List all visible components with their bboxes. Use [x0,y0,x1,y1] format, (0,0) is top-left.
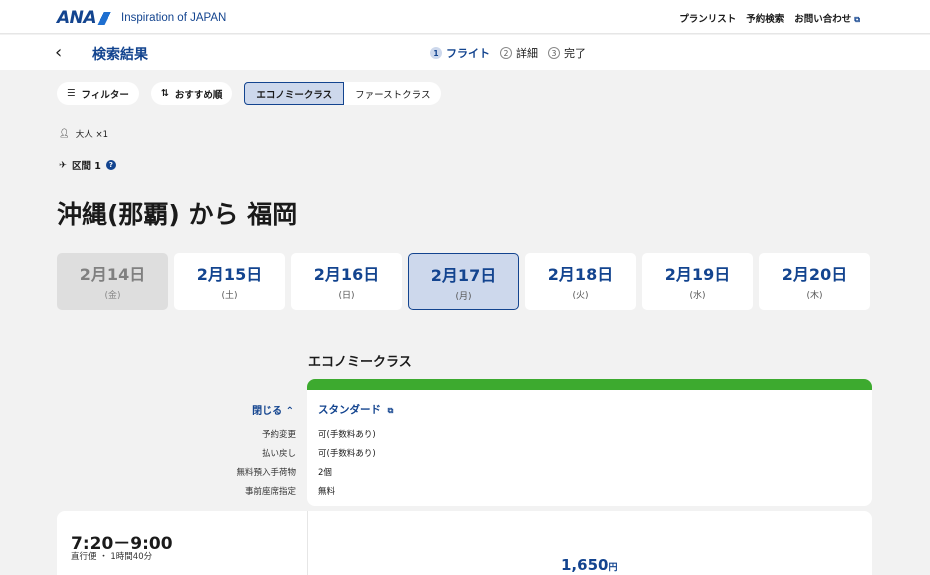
close-label: 閉じる [252,406,283,417]
step-number: 2 [500,47,512,59]
fare-price-button[interactable]: 1,650円 [561,556,617,574]
sort-label: おすすめ順 [174,89,223,101]
step-number: 1 [430,47,442,59]
condition-value: 2個 [318,468,332,478]
person-icon: 👤︎ [59,129,70,139]
passenger-label: 大人 ×1 [75,130,109,140]
results-subheader: ‹ 検索結果 1 フライト 2 詳細 3 完了 [0,35,930,70]
top-header: ANA Inspiration of JAPAN プランリスト 予約検索 お問い… [0,0,930,34]
logo-mark: ANA [57,8,97,28]
date-label: 2月15日 [196,265,263,284]
fare-condition-labels: 予約変更 払い戻し 無料預入手荷物 事前座席指定 [236,428,296,504]
external-link-icon: ⧉ [854,15,860,24]
segment-heading: ✈ 区間 1 ? [59,158,116,172]
divider [307,511,308,575]
fare-condition-values: 可(手数料あり) 可(手数料あり) 2個 無料 [318,428,376,504]
logo-stripe-icon [97,11,114,25]
price-currency: 円 [608,563,618,573]
condition-label: 予約変更 [261,430,296,440]
close-details-button[interactable]: 閉じる ⌃ [252,402,294,417]
condition-label: 払い戻し [261,449,296,459]
filter-label: フィルター [81,89,129,101]
page-title: 検索結果 [92,47,148,63]
booking-search-link[interactable]: 予約検索 [746,11,784,25]
step-label: 詳細 [516,47,538,60]
filter-bar: ☰ フィルター ⇅ おすすめ順 エコノミークラス ファーストクラス [57,82,442,105]
condition-label: 無料預入手荷物 [236,468,296,478]
weekday-label: (木) [806,291,823,301]
plan-list-link[interactable]: プランリスト [679,11,736,25]
date-selector: 2月14日 (金) 2月15日 (土) 2月16日 (日) 2月17日 (月) 2月18日 (火)… [57,253,870,310]
price-amount: 1,650 [561,556,609,574]
contact-link[interactable]: お問い合わせ ⧉ [794,11,860,25]
date-card[interactable]: 2月16日 (日) [291,253,402,310]
sort-button[interactable]: ⇅ おすすめ順 [150,82,233,105]
back-chevron-icon[interactable]: ‹ [55,42,62,63]
date-label: 2月16日 [313,265,380,284]
ana-logo[interactable]: ANA Inspiration of JAPAN [57,8,226,28]
economy-class-option[interactable]: エコノミークラス [244,82,345,105]
date-card[interactable]: 2月17日 (月) [408,253,519,310]
date-label: 2月18日 [547,265,614,284]
logo-tagline: Inspiration of JAPAN [121,12,227,24]
header-links: プランリスト 予約検索 お問い合わせ ⧉ [679,11,860,25]
date-card[interactable]: 2月19日 (水) [642,253,753,310]
progress-steps: 1 フライト 2 詳細 3 完了 [430,45,586,61]
filter-lines-icon: ☰ [67,88,76,99]
condition-value: 無料 [318,487,336,497]
condition-label: 事前座席指定 [244,487,296,497]
weekday-label: (月) [455,292,472,302]
step-label: 完了 [564,47,586,60]
step-complete: 3 完了 [548,45,586,61]
first-class-option[interactable]: ファーストクラス [344,82,442,105]
class-toggle: エコノミークラス ファーストクラス [244,82,442,105]
date-card[interactable]: 2月18日 (火) [525,253,636,310]
filter-button[interactable]: ☰ フィルター [57,82,139,105]
step-number: 3 [548,47,560,59]
chevron-up-icon: ⌃ [285,406,294,417]
weekday-label: (水) [689,291,706,301]
date-card: 2月14日 (金) [57,253,168,310]
fare-name-link[interactable]: スタンダード ⧉ [318,402,393,417]
weekday-label: (火) [572,291,589,301]
date-card[interactable]: 2月15日 (土) [174,253,285,310]
class-color-bar [307,379,872,390]
flight-duration: 直行便 ・ 1時間40分 [71,552,153,562]
flight-row: 7:20－9:00 直行便 ・ 1時間40分 1,650円 [57,511,872,575]
fare-class-title: エコノミークラス [308,355,412,370]
airplane-icon: ✈ [59,159,67,171]
date-label: 2月14日 [79,265,146,284]
weekday-label: (金) [104,291,121,301]
sort-arrows-icon: ⇅ [160,88,169,99]
date-card[interactable]: 2月20日 (木) [759,253,870,310]
fare-card: スタンダード ⧉ 可(手数料あり) 可(手数料あり) 2個 無料 [307,379,872,506]
date-label: 2月19日 [664,265,731,284]
external-link-icon: ⧉ [387,406,394,415]
condition-value: 可(手数料あり) [318,449,376,459]
weekday-label: (日) [338,291,355,301]
help-icon[interactable]: ? [105,160,116,170]
date-label: 2月17日 [430,266,497,285]
step-flight: 1 フライト [430,45,490,61]
step-label: フライト [446,47,490,60]
route-title: 沖縄(那覇) から 福岡 [57,200,298,229]
fare-name: スタンダード [318,404,381,416]
passenger-count: 👤︎ 大人 ×1 [59,128,108,140]
date-label: 2月20日 [781,265,848,284]
segment-label: 区間 1 [71,161,101,172]
weekday-label: (土) [221,291,238,301]
contact-link-label: お問い合わせ [794,14,852,25]
condition-value: 可(手数料あり) [318,430,376,440]
step-details: 2 詳細 [500,45,538,61]
